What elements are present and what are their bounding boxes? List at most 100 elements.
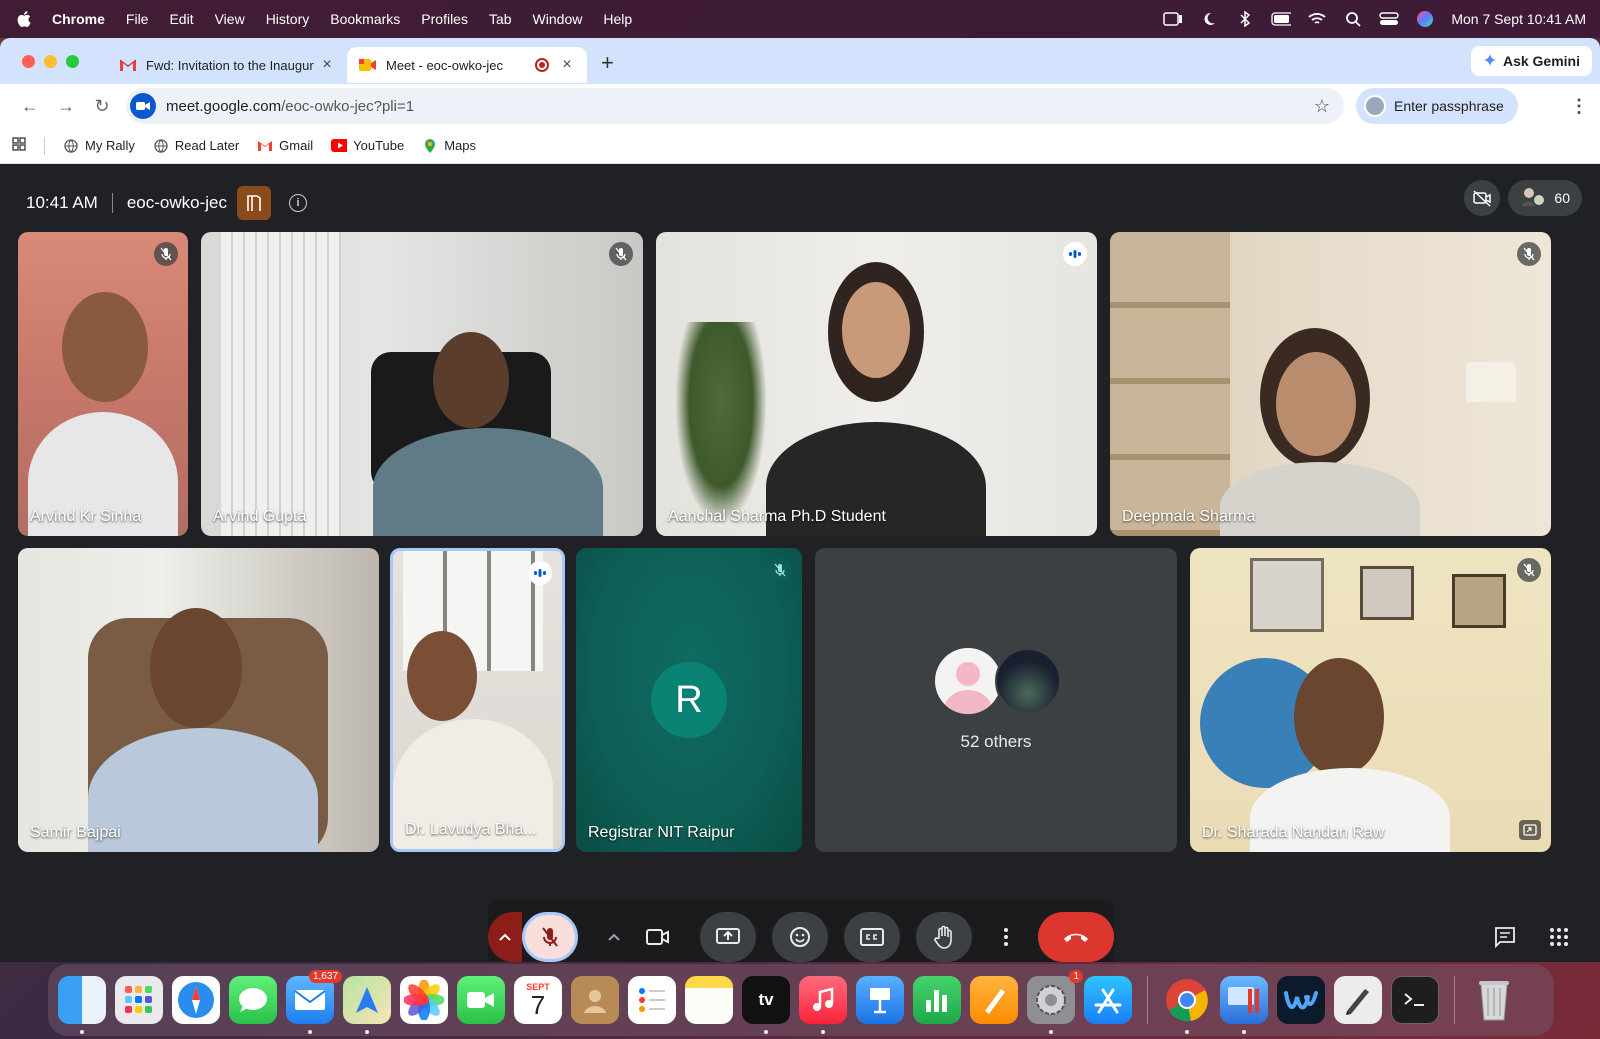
menu-bookmarks[interactable]: Bookmarks [330,11,400,27]
reload-button[interactable]: ↻ [84,91,120,121]
script-editor-icon[interactable] [1334,976,1382,1024]
gmail-icon [119,57,137,73]
globe-icon [63,138,79,154]
reactions-button[interactable] [772,912,828,962]
microphone-toggle-button[interactable] [522,912,578,962]
contacts-icon[interactable] [571,976,619,1024]
new-tab-button[interactable]: + [601,50,614,76]
back-button[interactable]: ← [12,91,48,121]
raise-hand-button[interactable] [916,912,972,962]
zoom-window-button[interactable] [66,54,79,68]
close-tab-icon[interactable]: × [559,56,575,74]
video-options-button[interactable] [596,912,632,962]
spotlight-search-icon[interactable] [1343,11,1363,27]
safari-icon[interactable] [172,976,220,1024]
chat-button[interactable] [1480,912,1530,962]
bookmark-maps[interactable]: Maps [422,138,476,154]
bookmark-star-icon[interactable]: ☆ [1314,96,1330,117]
chrome-menu-icon[interactable]: ⋮ [1570,96,1588,117]
participant-name: Dr. Sharada Nandan Raw [1202,824,1385,841]
address-bar[interactable]: meet.google.com /eoc-owko-jec?pli=1 ☆ [126,88,1344,124]
participant-face [842,282,910,378]
menu-app-name[interactable]: Chrome [52,11,105,27]
webex-icon[interactable] [1277,976,1325,1024]
wifi-icon[interactable] [1307,11,1327,27]
mail-icon[interactable]: 1,637 [286,970,342,1034]
siri-icon[interactable] [1415,11,1435,27]
music-icon[interactable] [799,976,847,1034]
bookmark-my-rally[interactable]: My Rally [63,138,135,154]
bookmark-read-later[interactable]: Read Later [153,138,239,154]
menu-profiles[interactable]: Profiles [421,11,468,27]
top-right-controls: 60 [1464,180,1582,216]
focus-moon-icon[interactable] [1199,11,1219,27]
participant-tile[interactable]: Samir Bajpai [18,548,379,852]
enter-passphrase-button[interactable]: Enter passphrase [1356,88,1518,124]
finder-icon[interactable] [58,976,106,1034]
menu-edit[interactable]: Edit [169,11,193,27]
url-path: /eoc-owko-jec?pli=1 [281,97,415,115]
apple-icon[interactable] [14,9,34,29]
app-store-icon[interactable] [1084,976,1132,1024]
present-screen-button[interactable] [700,912,756,962]
pages-icon[interactable] [970,976,1018,1024]
menubar-datetime[interactable]: Mon 7 Sept 10:41 AM [1451,11,1586,27]
terminal-icon[interactable] [1391,976,1439,1024]
chrome-icon[interactable] [1163,976,1211,1034]
apps-grid-icon[interactable] [12,137,26,154]
menu-help[interactable]: Help [603,11,632,27]
site-info-icon[interactable] [130,93,156,119]
tab-gmail[interactable]: Fwd: Invitation to the Inaugur × [107,47,347,83]
menu-tab[interactable]: Tab [489,11,512,27]
captions-button[interactable] [844,912,900,962]
close-window-button[interactable] [22,54,35,68]
participant-tile[interactable]: Dr. Lavudya Bha... [390,548,565,852]
participant-tile[interactable]: R Registrar NIT Raipur [576,548,802,852]
control-center-icon[interactable] [1379,11,1400,27]
forward-button[interactable]: → [48,91,84,121]
launchpad-icon[interactable] [115,976,163,1024]
close-tab-icon[interactable]: × [319,56,335,74]
participant-tile[interactable]: Dr. Sharada Nandan Raw [1190,548,1551,852]
activities-button[interactable] [1534,912,1584,962]
participant-tile[interactable]: Deepmala Sharma [1110,232,1551,536]
battery-icon[interactable] [1271,11,1292,27]
calendar-icon[interactable]: SEPT 7 [514,976,562,1024]
others-tile[interactable]: 52 others [815,548,1177,852]
menu-window[interactable]: Window [533,11,583,27]
bluetooth-icon[interactable] [1235,11,1255,27]
menu-file[interactable]: File [126,11,149,27]
maps-app-icon[interactable] [343,976,391,1034]
participant-tile[interactable]: Arvind Gupta [201,232,643,536]
reminders-icon[interactable] [628,976,676,1024]
stage-manager-icon[interactable] [1163,11,1183,27]
leave-call-button[interactable] [1038,912,1114,962]
messages-icon[interactable] [229,976,277,1024]
bookmark-youtube[interactable]: YouTube [331,138,404,154]
trash-icon[interactable] [1470,976,1518,1024]
bookmark-gmail[interactable]: Gmail [257,138,313,154]
tab-meet[interactable]: Meet - eoc-owko-jec × [347,47,587,83]
participant-video [433,332,509,428]
camera-toggle-button[interactable] [630,912,686,962]
participant-tile[interactable]: Arvind Kr Sinha [18,232,188,536]
ask-gemini-button[interactable]: Ask Gemini [1470,46,1592,76]
menu-history[interactable]: History [266,11,310,27]
more-options-icon[interactable] [988,912,1024,962]
minimize-window-button[interactable] [44,54,57,68]
apple-tv-icon[interactable]: tv [742,976,790,1034]
screen-sharing-icon[interactable] [1220,976,1268,1034]
participants-button[interactable]: 60 [1508,180,1582,216]
participant-tile[interactable]: Aanchal Sharma Ph.D Student [656,232,1097,536]
camera-off-indicator-icon[interactable] [1464,180,1501,216]
keynote-icon[interactable] [856,976,904,1024]
system-settings-icon[interactable]: 1 [1027,970,1083,1034]
menu-view[interactable]: View [215,11,245,27]
notes-icon[interactable] [685,976,733,1024]
meeting-info-icon[interactable]: i [288,194,307,212]
pin-tile-icon[interactable] [1519,820,1541,840]
facetime-icon[interactable] [457,976,505,1024]
photos-icon[interactable] [400,976,448,1024]
host-controls-icon[interactable] [236,186,271,220]
numbers-icon[interactable] [913,976,961,1024]
